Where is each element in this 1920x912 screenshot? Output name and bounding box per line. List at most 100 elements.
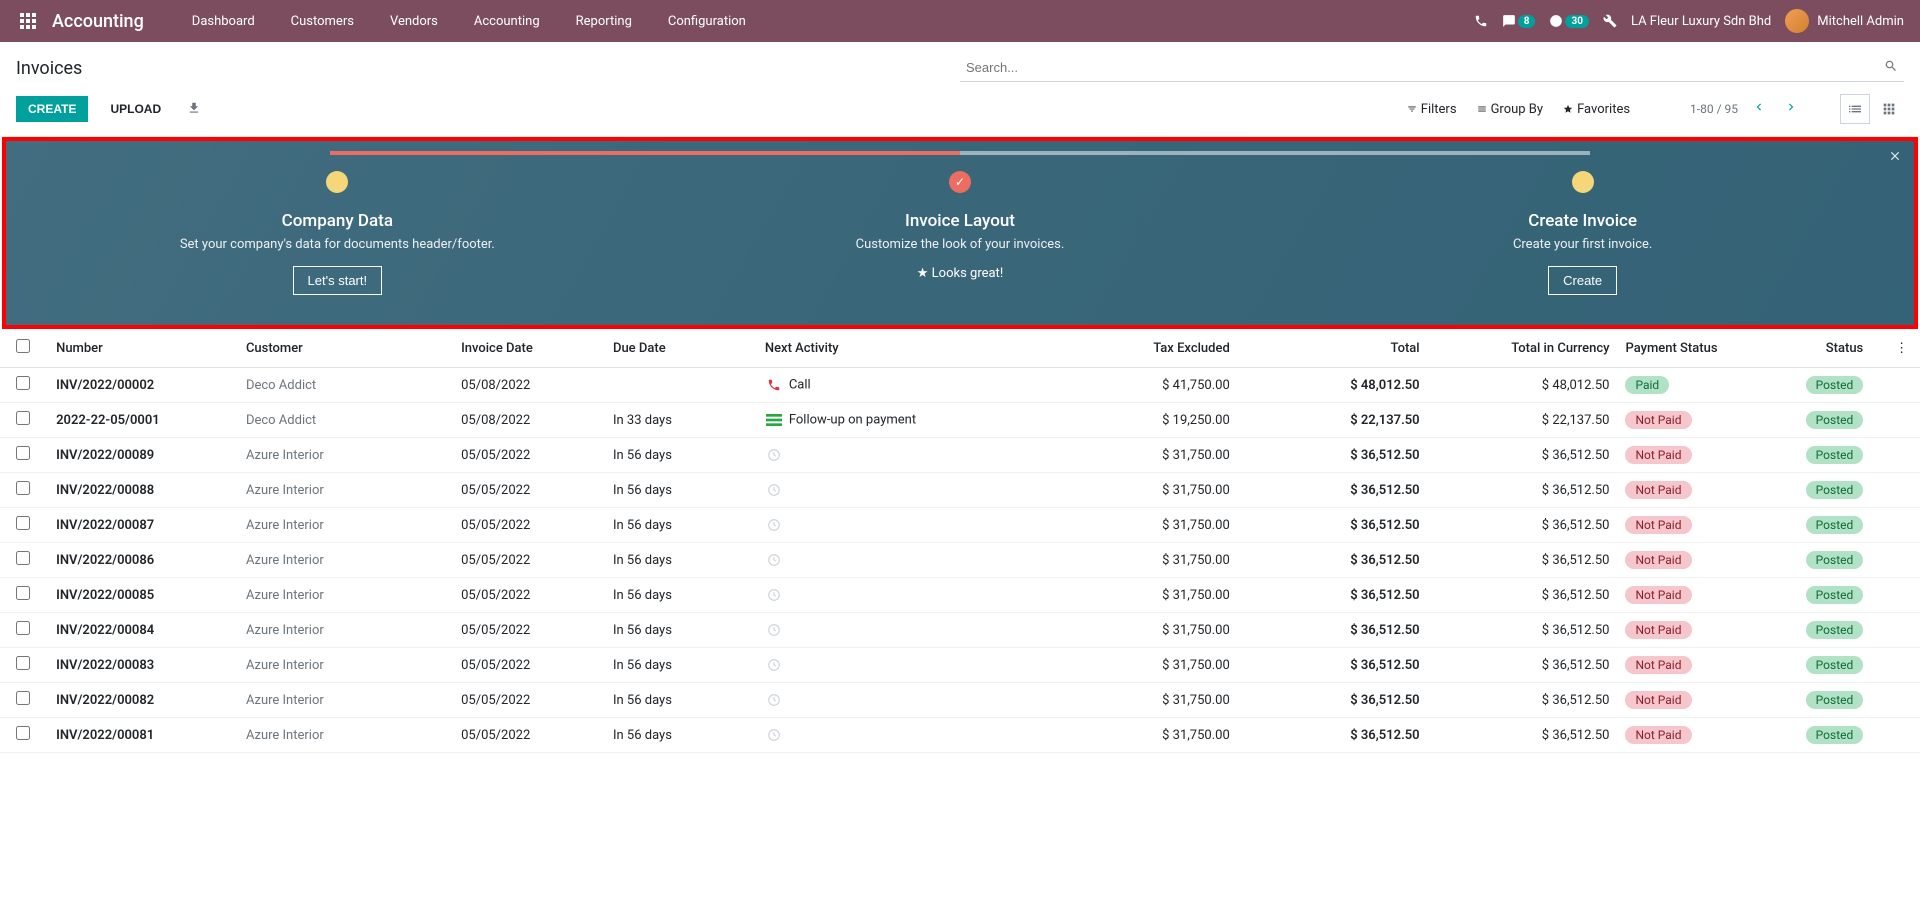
groupby-menu[interactable]: Group By [1477,102,1544,117]
row-checkbox[interactable] [16,691,30,705]
header-next-activity[interactable]: Next Activity [757,329,1048,368]
user-menu[interactable]: Mitchell Admin [1785,9,1904,33]
list-view-icon[interactable] [1840,94,1870,124]
app-brand[interactable]: Accounting [52,11,144,32]
row-checkbox[interactable] [16,621,30,635]
kanban-view-icon[interactable] [1874,94,1904,124]
search-input[interactable] [960,54,1904,82]
filters-label: Filters [1421,102,1457,117]
activities-icon[interactable]: 30 [1549,14,1588,28]
cell-number: INV/2022/00083 [48,648,238,683]
row-checkbox[interactable] [16,376,30,390]
header-number[interactable]: Number [48,329,238,368]
company-selector[interactable]: LA Fleur Luxury Sdn Bhd [1631,14,1771,29]
row-checkbox[interactable] [16,586,30,600]
clock-icon [765,586,783,604]
cell-next-activity[interactable] [757,613,1048,648]
select-all-checkbox[interactable] [16,339,30,353]
row-checkbox[interactable] [16,446,30,460]
looks-great-text[interactable]: ★ Looks great! [652,266,1268,281]
search-icon[interactable] [1884,59,1898,77]
table-row[interactable]: INV/2022/00081Azure Interior05/05/2022In… [0,718,1920,753]
cell-invoice-date: 05/05/2022 [453,578,605,613]
apps-icon[interactable] [16,9,40,33]
step-title: Create Invoice [1274,211,1890,231]
menu-item-dashboard[interactable]: Dashboard [174,0,273,42]
step-dot [1572,171,1594,193]
cell-next-activity[interactable] [757,648,1048,683]
cell-next-activity[interactable] [757,718,1048,753]
onboarding-step-create-invoice: Create Invoice Create your first invoice… [1274,171,1890,295]
cell-next-activity[interactable]: Call [757,368,1048,403]
cell-tax-excluded: $ 41,750.00 [1048,368,1238,403]
cell-next-activity[interactable] [757,438,1048,473]
pager-count[interactable]: 1-80 / 95 [1690,102,1738,116]
menu-item-configuration[interactable]: Configuration [650,0,764,42]
header-invoice-date[interactable]: Invoice Date [453,329,605,368]
table-row[interactable]: INV/2022/00088Azure Interior05/05/2022In… [0,473,1920,508]
upload-button[interactable]: UPLOAD [98,96,173,122]
cell-number: INV/2022/00002 [48,368,238,403]
table-row[interactable]: INV/2022/00002Deco Addict05/08/2022Call$… [0,368,1920,403]
close-icon[interactable] [1888,149,1902,167]
row-checkbox[interactable] [16,726,30,740]
header-customer[interactable]: Customer [238,329,453,368]
cell-customer: Azure Interior [238,683,453,718]
table-row[interactable]: INV/2022/00089Azure Interior05/05/2022In… [0,438,1920,473]
cell-next-activity[interactable] [757,473,1048,508]
pager-prev-icon[interactable] [1748,98,1770,120]
download-icon[interactable] [183,97,205,122]
table-row[interactable]: 2022-22-05/0001Deco Addict05/08/2022In 3… [0,403,1920,438]
clock-icon [765,551,783,569]
menu-item-customers[interactable]: Customers [273,0,372,42]
cell-total-in-currency: $ 36,512.50 [1428,648,1618,683]
table-row[interactable]: INV/2022/00085Azure Interior05/05/2022In… [0,578,1920,613]
cell-next-activity[interactable] [757,508,1048,543]
table-row[interactable]: INV/2022/00083Azure Interior05/05/2022In… [0,648,1920,683]
cell-tax-excluded: $ 31,750.00 [1048,613,1238,648]
chat-icon[interactable]: 8 [1502,14,1536,28]
cell-due-date: In 56 days [605,613,757,648]
pager-next-icon[interactable] [1780,98,1802,120]
cell-invoice-date: 05/05/2022 [453,438,605,473]
clock-icon [765,481,783,499]
cell-invoice-date: 05/05/2022 [453,543,605,578]
phone-icon[interactable] [1474,14,1488,28]
lets-start-button[interactable]: Let's start! [293,266,383,295]
row-checkbox[interactable] [16,656,30,670]
table-row[interactable]: INV/2022/00087Azure Interior05/05/2022In… [0,508,1920,543]
header-status[interactable]: Status [1757,329,1884,368]
cell-next-activity[interactable] [757,683,1048,718]
row-checkbox[interactable] [16,411,30,425]
menu-item-vendors[interactable]: Vendors [372,0,456,42]
cell-next-activity[interactable] [757,578,1048,613]
cell-next-activity[interactable] [757,543,1048,578]
onboarding-highlight: Company Data Set your company's data for… [2,137,1918,329]
cell-next-activity[interactable]: Follow-up on payment [757,403,1048,438]
header-tax-excluded[interactable]: Tax Excluded [1048,329,1238,368]
row-checkbox[interactable] [16,481,30,495]
cell-invoice-date: 05/05/2022 [453,613,605,648]
debug-icon[interactable] [1603,14,1617,28]
table-row[interactable]: INV/2022/00082Azure Interior05/05/2022In… [0,683,1920,718]
favorites-menu[interactable]: Favorites [1563,102,1630,117]
header-optional-columns[interactable]: ⋮ [1883,329,1920,368]
header-total[interactable]: Total [1238,329,1428,368]
cell-status: Posted [1757,368,1884,403]
table-row[interactable]: INV/2022/00086Azure Interior05/05/2022In… [0,543,1920,578]
cell-invoice-date: 05/05/2022 [453,648,605,683]
create-button[interactable]: CREATE [16,96,88,122]
menu-item-accounting[interactable]: Accounting [456,0,558,42]
filters-menu[interactable]: Filters [1407,102,1457,117]
cell-invoice-date: 05/05/2022 [453,508,605,543]
menu-item-reporting[interactable]: Reporting [558,0,650,42]
header-payment-status[interactable]: Payment Status [1617,329,1756,368]
row-checkbox[interactable] [16,516,30,530]
cell-total-in-currency: $ 36,512.50 [1428,718,1618,753]
table-row[interactable]: INV/2022/00084Azure Interior05/05/2022In… [0,613,1920,648]
clock-icon [765,516,783,534]
create-invoice-button[interactable]: Create [1548,266,1617,295]
header-due-date[interactable]: Due Date [605,329,757,368]
header-total-in-currency[interactable]: Total in Currency [1428,329,1618,368]
row-checkbox[interactable] [16,551,30,565]
